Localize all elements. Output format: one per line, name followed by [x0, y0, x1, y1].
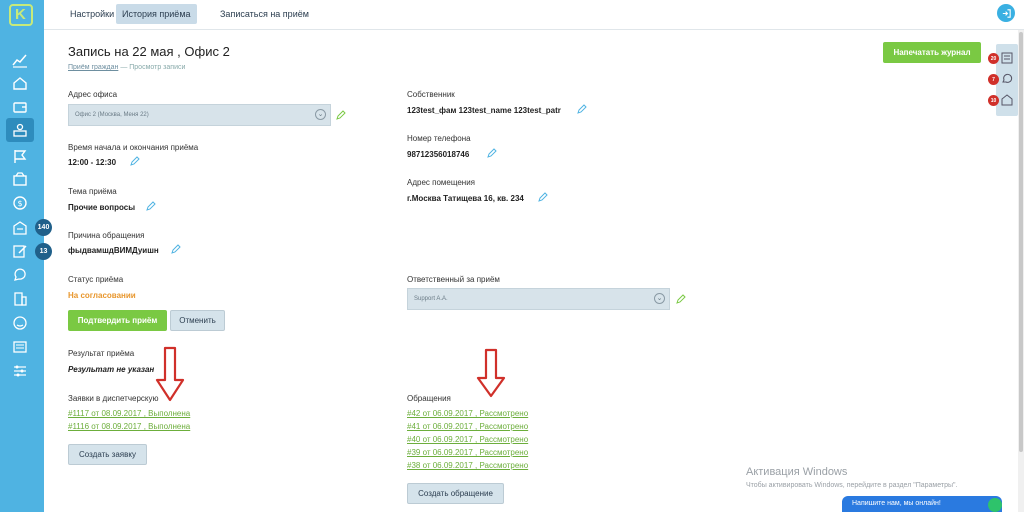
- owner-label: Собственник: [407, 90, 455, 99]
- create-appeal-button[interactable]: Создать обращение: [407, 483, 504, 504]
- coin-icon[interactable]: $: [8, 192, 32, 214]
- topic-value: Прочие вопросы: [68, 203, 136, 212]
- online-indicator-icon: [988, 498, 1002, 512]
- chevron-down-icon: ⌄: [654, 293, 665, 304]
- notification-badge: 10: [988, 95, 999, 106]
- sidebar: K $ 140 13: [0, 0, 52, 512]
- nav-badge: 13: [35, 243, 52, 260]
- wallet-icon[interactable]: [8, 96, 32, 118]
- appeal-link[interactable]: #38 от 06.09.2017 , Рассмотрено: [407, 461, 528, 470]
- office-select-value: Офис 2 (Москва, Меня 22): [75, 112, 149, 118]
- responsible-label: Ответственный за приём: [407, 275, 500, 284]
- scrollbar[interactable]: [1018, 30, 1024, 512]
- chat-bubble-icon[interactable]: [8, 264, 32, 286]
- pencil-icon[interactable]: [538, 192, 548, 202]
- pencil-icon[interactable]: [171, 244, 181, 254]
- cancel-button[interactable]: Отменить: [170, 310, 225, 331]
- status-label: Статус приёма: [68, 275, 124, 284]
- page-title: Запись на 22 мая , Офис 2: [68, 44, 230, 59]
- flag-icon[interactable]: [8, 145, 32, 167]
- result-label: Результат приёма: [68, 349, 135, 358]
- message-icon[interactable]: [1001, 73, 1013, 85]
- reason-value: фыдвамшдВИМДуишн: [68, 246, 159, 255]
- notification-badge: 20: [988, 53, 999, 64]
- office-label: Адрес офиса: [68, 90, 118, 99]
- building-icon[interactable]: [1001, 94, 1013, 106]
- pencil-icon[interactable]: [130, 156, 140, 166]
- red-arrow-annotation: [476, 348, 506, 398]
- confirm-button[interactable]: Подтвердить приём: [68, 310, 167, 331]
- pencil-icon[interactable]: [336, 110, 346, 120]
- requests-label: Заявки в диспетчерскую: [68, 394, 159, 403]
- breadcrumb-current: — Просмотр записи: [120, 64, 186, 71]
- request-link[interactable]: #1117 от 08.09.2017 , Выполнена: [68, 409, 190, 418]
- tab-reception-history[interactable]: История приёма: [116, 4, 197, 24]
- pencil-icon[interactable]: [487, 148, 497, 158]
- notification-badge: 7: [988, 74, 999, 85]
- breadcrumb-link[interactable]: Приём граждан: [68, 64, 118, 71]
- appeal-link[interactable]: #41 от 06.09.2017 , Рассмотрено: [407, 422, 528, 431]
- chevron-down-icon: ⌄: [315, 109, 326, 120]
- watermark-text: Чтобы активировать Windows, перейдите в …: [746, 482, 958, 489]
- tab-book-appointment[interactable]: Записаться на приём: [214, 4, 315, 24]
- breadcrumb: Приём граждан — Просмотр записи: [68, 64, 185, 71]
- pencil-icon[interactable]: [146, 201, 156, 211]
- time-label: Время начала и окончания приёма: [68, 143, 199, 152]
- office-select[interactable]: Офис 2 (Москва, Меня 22) ⌄: [68, 104, 331, 126]
- reception-icon[interactable]: [6, 118, 34, 142]
- result-value: Результат не указан: [68, 365, 155, 374]
- tab-settings[interactable]: Настройки: [64, 4, 120, 24]
- pencil-icon[interactable]: [577, 104, 587, 114]
- request-link[interactable]: #1116 от 08.09.2017 , Выполнена: [68, 422, 190, 431]
- appeals-label: Обращения: [407, 394, 451, 403]
- address-label: Адрес помещения: [407, 178, 476, 187]
- create-request-button[interactable]: Создать заявку: [68, 444, 147, 465]
- scrollbar-thumb[interactable]: [1019, 32, 1023, 452]
- appeal-link[interactable]: #39 от 06.09.2017 , Рассмотрено: [407, 448, 528, 457]
- analytics-icon[interactable]: [8, 49, 32, 71]
- edit-icon[interactable]: [8, 240, 32, 262]
- appeal-link[interactable]: #42 от 06.09.2017 , Рассмотрено: [407, 409, 528, 418]
- phone-label: Номер телефона: [407, 134, 471, 143]
- chat-widget[interactable]: Напишите нам, мы онлайн!: [842, 496, 1002, 512]
- windows-activation-watermark: Активация Windows Чтобы активировать Win…: [746, 466, 957, 489]
- list-icon[interactable]: [1001, 52, 1013, 64]
- topic-label: Тема приёма: [68, 187, 117, 196]
- reason-label: Причина обращения: [68, 231, 145, 240]
- app-logo[interactable]: K: [9, 4, 33, 26]
- phone-value: 98712356018746: [407, 150, 470, 159]
- top-bar: Настройки История приёма Записаться на п…: [44, 0, 1024, 30]
- pencil-icon[interactable]: [676, 294, 686, 304]
- newspaper-icon[interactable]: [8, 336, 32, 358]
- document-icon[interactable]: [8, 288, 32, 310]
- red-arrow-annotation: [155, 346, 185, 402]
- house-icon[interactable]: [8, 72, 32, 94]
- smiley-icon[interactable]: [8, 312, 32, 334]
- building-icon[interactable]: [8, 217, 32, 239]
- owner-value: 123test_фам 123test_name 123test_patr: [407, 106, 561, 115]
- print-journal-button[interactable]: Напечатать журнал: [883, 42, 981, 63]
- time-value: 12:00 - 12:30: [68, 158, 117, 167]
- sliders-icon[interactable]: [8, 360, 32, 382]
- address-value: г.Москва Татищева 16, кв. 234: [407, 194, 524, 203]
- watermark-title: Активация Windows: [746, 466, 848, 478]
- responsible-select-value: Support A.A.: [414, 296, 448, 302]
- appeal-link[interactable]: #40 от 06.09.2017 , Рассмотрено: [407, 435, 528, 444]
- responsible-select[interactable]: Support A.A. ⌄: [407, 288, 670, 310]
- nav-badge: 140: [35, 219, 52, 236]
- status-value: На согласовании: [68, 291, 136, 300]
- logout-icon[interactable]: [997, 4, 1015, 22]
- svg-text:$: $: [18, 199, 23, 208]
- box-icon[interactable]: [8, 168, 32, 190]
